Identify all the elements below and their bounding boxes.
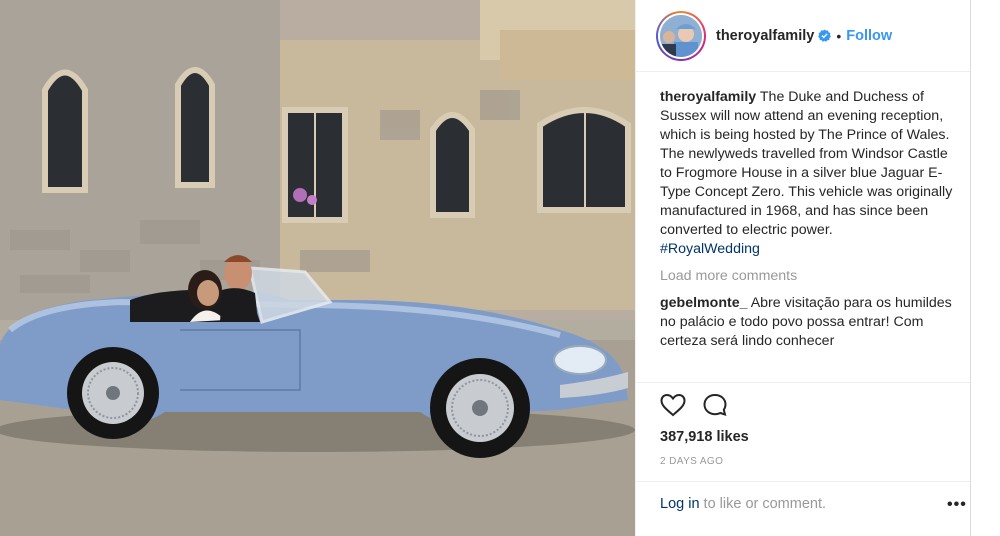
more-options-button[interactable]: ••• [947, 496, 967, 514]
header-username[interactable]: theroyalfamily [716, 28, 814, 44]
post-header: theroyalfamily • Follow [636, 0, 971, 72]
comment-username[interactable]: gebelmonte_ [660, 295, 748, 311]
caption: theroyalfamily The Duke and Duchess of S… [660, 88, 960, 259]
photo-jaguar-e-type [0, 0, 635, 536]
login-prompt: Log in to like or comment. [660, 496, 826, 512]
login-row: Log in to like or comment. ••• [636, 481, 971, 536]
caption-text-2: The newlyweds travelled from Windsor Cas… [660, 146, 953, 238]
separator-dot: • [836, 27, 842, 44]
post-actions: 387,918 likes 2 DAYS AGO Log in to like … [636, 382, 971, 536]
avatar[interactable] [656, 10, 706, 61]
caption-username[interactable]: theroyalfamily [660, 89, 756, 105]
page-background [970, 0, 1000, 536]
login-link[interactable]: Log in [660, 496, 700, 512]
post-sidebar: theroyalfamily • Follow theroyalfamily T… [635, 0, 984, 536]
login-prompt-text: to like or comment. [699, 496, 827, 512]
post-photo [0, 0, 635, 536]
hashtag-link[interactable]: #RoyalWedding [660, 240, 960, 259]
avatar-image [660, 14, 702, 57]
likes-count[interactable]: 387,918 likes [660, 429, 749, 445]
follow-button[interactable]: Follow [846, 28, 892, 44]
post-date[interactable]: 2 DAYS AGO [660, 456, 723, 467]
comment-icon[interactable] [702, 393, 728, 422]
load-more-comments-button[interactable]: Load more comments [660, 267, 960, 286]
comments-list: theroyalfamily The Duke and Duchess of S… [660, 88, 960, 380]
comment-item: gebelmonte_ Abre visitação para os humil… [660, 294, 960, 351]
heart-icon[interactable] [660, 393, 686, 422]
verified-badge-icon [818, 29, 832, 42]
